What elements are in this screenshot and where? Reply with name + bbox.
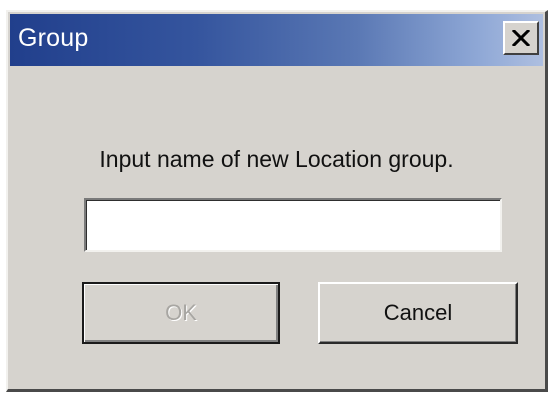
- close-button[interactable]: [503, 21, 539, 55]
- cancel-button-label: Cancel: [383, 300, 453, 325]
- title-bar[interactable]: Group: [10, 14, 543, 66]
- ok-button-label: OK: [165, 300, 197, 325]
- cancel-button[interactable]: Cancel: [318, 282, 518, 344]
- dialog-title: Group: [18, 24, 89, 52]
- close-icon: [512, 30, 530, 46]
- ok-button[interactable]: OK: [82, 282, 280, 344]
- group-name-input[interactable]: [84, 198, 502, 252]
- prompt-label: Input name of new Location group.: [99, 146, 454, 172]
- group-dialog: Group Input name of new Location group. …: [6, 10, 548, 392]
